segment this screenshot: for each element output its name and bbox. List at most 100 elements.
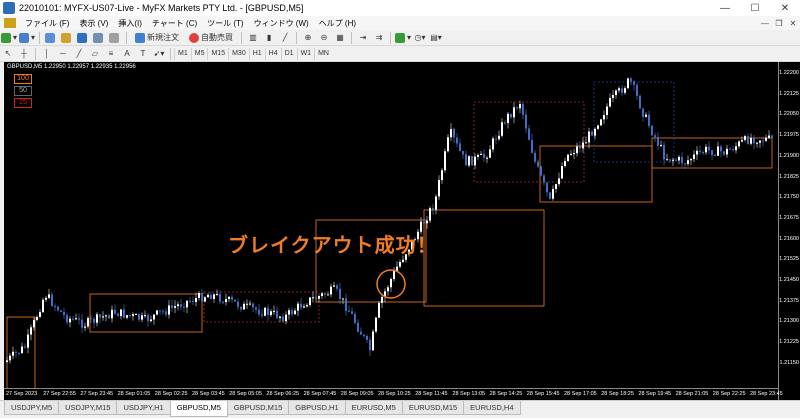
chart-tab[interactable]: GBPUSD,M15 [226,401,290,415]
crosshair-icon[interactable]: ┼ [17,47,31,60]
menu-tools[interactable]: ツール (T) [202,18,248,29]
chart-tab[interactable]: USDJPY,M15 [58,401,118,415]
price-chart[interactable]: GBPUSD,M5 1.22950 1.22957 1.22935 1.2295… [4,62,800,400]
tile-windows-icon[interactable]: ▦ [333,31,347,44]
timeframe-m1[interactable]: M1 [174,47,191,60]
timeframe-h1[interactable]: H1 [248,47,265,60]
candlestick-icon[interactable]: ▮ [262,31,276,44]
candle-body [282,316,284,322]
candle-body [390,279,392,288]
menu-view[interactable]: 表示 (V) [74,18,113,29]
channel-icon[interactable]: ▱ [88,47,102,60]
timeframe-m15[interactable]: M15 [207,47,228,60]
zoom-out-icon[interactable]: ⊖ [317,31,331,44]
tester-icon[interactable] [108,31,122,44]
trendline-icon[interactable]: ╱ [72,47,86,60]
candle-body [630,78,632,82]
terminal-icon[interactable] [92,31,106,44]
window-title: 22010101: MYFX-US07-Live - MyFX Markets … [19,3,304,13]
candle-body [447,137,449,152]
candle-body [348,311,350,313]
line-chart-icon[interactable]: ╱ [278,31,292,44]
timeframe-d1[interactable]: D1 [280,47,297,60]
timeframe-h4[interactable]: H4 [264,47,281,60]
chart-close-button[interactable]: ✕ [786,19,800,28]
arrows-icon[interactable]: ➹▾ [152,47,166,60]
candle-body [345,298,347,312]
periods-icon[interactable]: ◷▾ [413,31,427,44]
profiles-icon[interactable]: ▾ [19,31,35,44]
candle-body [306,305,308,307]
new-order-button[interactable]: 新規注文 [131,31,183,44]
data-window-icon[interactable] [60,31,74,44]
candle-body [615,90,617,96]
chart-restore-button[interactable]: ❐ [772,19,786,28]
candle-body [378,302,380,318]
text-icon[interactable]: A [120,47,134,60]
chart-tab[interactable]: EURUSD,H4 [463,401,521,415]
time-label: 28 Sep 21:05 [675,391,709,397]
candle-body [429,208,431,221]
candle-body [315,297,317,299]
chart-minimize-button[interactable]: — [758,19,772,28]
label-icon[interactable]: T [136,47,150,60]
candle-body [537,161,539,167]
menu-window[interactable]: ウィンドウ (W) [249,18,314,29]
new-chart-icon[interactable]: ▾ [1,31,17,44]
price-scale[interactable]: 1.22200 1.22125 1.22050 1.21975 1.21900 1.218… [778,62,800,400]
time-label: 28 Sep 09:05 [340,391,374,397]
candle-body [612,95,614,98]
candle-body [489,149,491,158]
candle-body [42,299,44,313]
chart-tab[interactable]: USDJPY,H1 [116,401,171,415]
chart-tab[interactable]: USDJPY,M5 [4,401,60,415]
time-scale[interactable]: 27 Sep 2023 27 Sep 22:55 27 Sep 23:45 28 Se… [4,388,783,400]
candle-body [18,352,20,354]
range-box [539,145,653,203]
menu-charts[interactable]: チャート (C) [147,18,202,29]
indicators-icon[interactable]: ▾ [395,31,411,44]
menu-insert[interactable]: 挿入(I) [113,18,147,29]
minimize-button[interactable]: — [710,0,740,16]
fibonacci-icon[interactable]: ≡ [104,47,118,60]
candle-body [144,315,146,317]
timeframe-m5[interactable]: M5 [190,47,208,60]
templates-icon[interactable]: ▤▾ [429,31,443,44]
candle-body [333,285,335,287]
menu-file[interactable]: ファイル (F) [20,18,74,29]
candle-body [528,128,530,140]
chart-shift-icon[interactable]: ⇥ [356,31,370,44]
timeframe-m30[interactable]: M30 [228,47,249,60]
candle-body [426,220,428,224]
chart-tab[interactable]: GBPUSD,M5 [169,401,228,417]
candle-body [228,296,230,300]
candle-body [522,104,524,115]
market-watch-icon[interactable] [44,31,58,44]
time-label: 28 Sep 10:25 [378,391,411,397]
timeframe-mn[interactable]: MN [314,47,332,60]
horizontal-line-icon[interactable]: ─ [56,47,70,60]
time-label: 28 Sep 06:25 [266,391,300,397]
chart-canvas[interactable] [4,62,778,388]
zoom-in-icon[interactable]: ⊕ [301,31,315,44]
chart-tab[interactable]: EURUSD,M5 [344,401,403,415]
close-button[interactable]: ✕ [770,0,800,16]
timeframe-w1[interactable]: W1 [296,47,315,60]
chart-tab[interactable]: EURUSD,M15 [401,401,465,415]
cursor-icon[interactable]: ↖ [1,47,15,60]
chart-tab[interactable]: GBPUSD,H1 [288,401,346,415]
auto-trade-button[interactable]: 自動売買 [185,31,237,44]
vertical-line-icon[interactable]: │ [40,47,54,60]
candle-body [645,114,647,117]
chart-window-icon[interactable] [4,18,16,28]
candle-body [81,319,83,328]
candle-body [543,175,545,183]
maximize-button[interactable]: ☐ [740,0,770,16]
menu-help[interactable]: ヘルプ (H) [314,18,361,29]
auto-scroll-icon[interactable]: ⇉ [372,31,386,44]
bar-chart-icon[interactable]: ▥ [246,31,260,44]
candle-body [84,326,86,328]
candle-body [120,309,122,317]
navigator-icon[interactable] [76,31,90,44]
candle-body [726,148,728,155]
